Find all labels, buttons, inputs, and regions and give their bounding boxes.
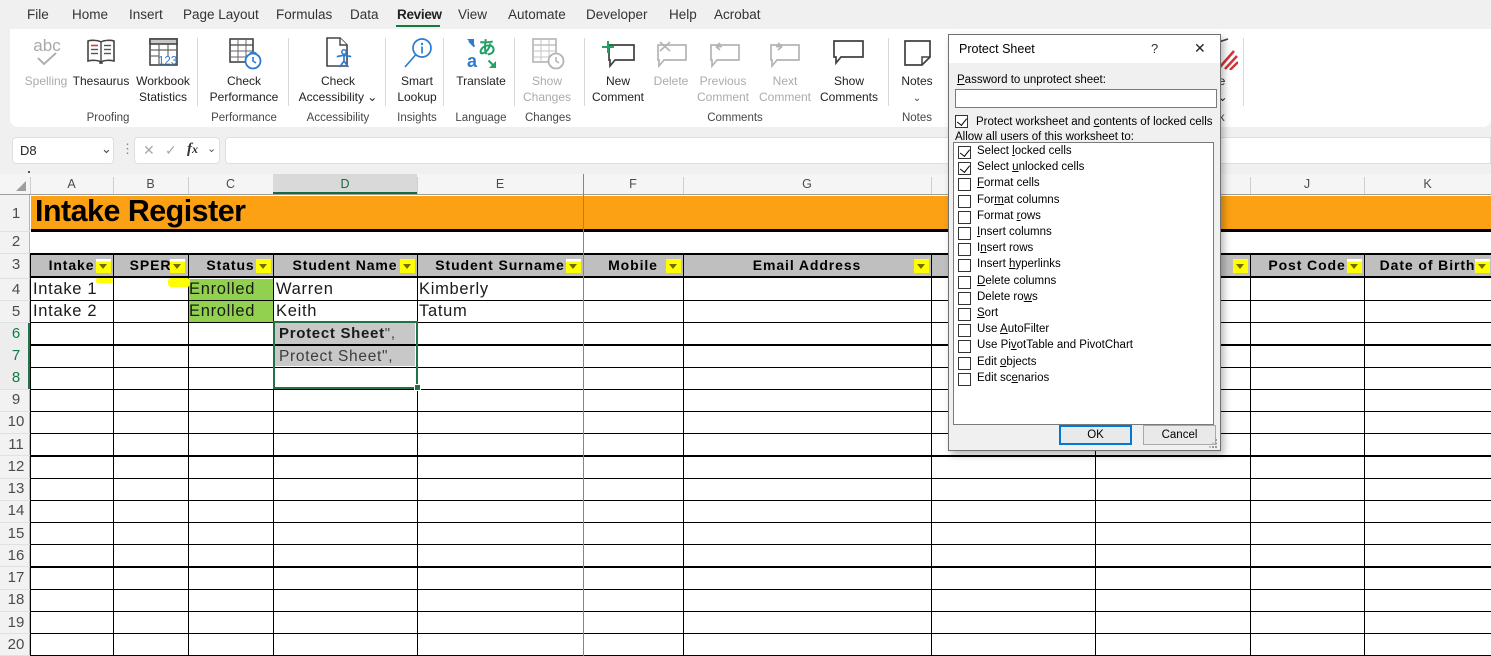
svg-text:a: a bbox=[467, 51, 478, 70]
svg-text:123: 123 bbox=[158, 56, 177, 68]
svg-text:あ: あ bbox=[478, 38, 496, 58]
